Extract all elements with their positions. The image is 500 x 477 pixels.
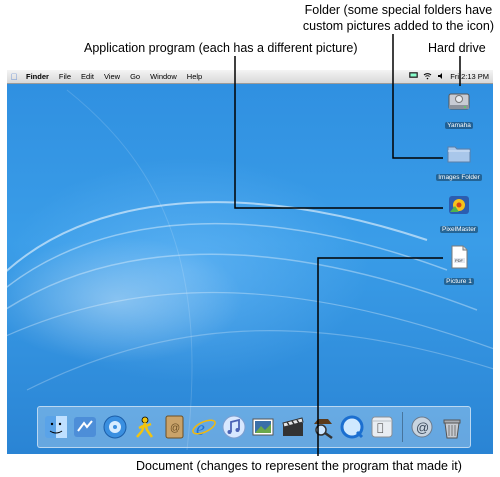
- menu-file[interactable]: File: [54, 72, 76, 81]
- folder-icon: [446, 140, 472, 166]
- hard-drive-icon: [446, 88, 472, 114]
- hard-drive-callout: Hard drive: [428, 41, 486, 55]
- menu-clock[interactable]: Fri 2:13 PM: [450, 72, 489, 81]
- dock: @ e  @: [37, 406, 471, 448]
- menu-finder[interactable]: Finder: [21, 72, 54, 81]
- application-label: PixelMaster: [440, 226, 478, 233]
- system-preferences-icon[interactable]: : [368, 412, 396, 442]
- svg-text:@: @: [416, 420, 429, 435]
- document-label: Picture 1: [444, 278, 474, 285]
- itunes-note-icon[interactable]: [220, 412, 248, 442]
- menu-go[interactable]: Go: [125, 72, 145, 81]
- menu-window[interactable]: Window: [145, 72, 182, 81]
- dock-separator: [401, 412, 403, 442]
- svg-text:: : [377, 421, 384, 434]
- svg-text:@: @: [170, 423, 180, 434]
- itunes-icon[interactable]: [101, 412, 129, 442]
- trash-icon[interactable]: [438, 412, 466, 442]
- application-callout: Application program (each has a differen…: [84, 41, 358, 55]
- sherlock-icon[interactable]: [309, 412, 337, 442]
- folder-callout: Folder (some special folders have custom…: [303, 2, 494, 34]
- document-icon: PDF: [446, 244, 472, 270]
- apple-menu-icon[interactable]: : [7, 72, 21, 82]
- desktop-folder[interactable]: Images Folder: [431, 140, 487, 184]
- folder-callout-line1: Folder (some special folders have: [304, 3, 493, 17]
- internet-explorer-icon[interactable]: e: [190, 412, 218, 442]
- desktop-application[interactable]: PixelMaster: [431, 192, 487, 236]
- application-icon: [446, 192, 472, 218]
- mail-icon[interactable]: [72, 412, 100, 442]
- mail-stamp-icon[interactable]: @: [409, 412, 437, 442]
- display-icon[interactable]: [409, 72, 418, 81]
- svg-text:PDF: PDF: [455, 258, 464, 263]
- address-book-icon[interactable]: @: [161, 412, 189, 442]
- finder-icon[interactable]: [42, 412, 70, 442]
- hard-drive-label: Yamaha: [445, 122, 473, 129]
- desktop-document[interactable]: PDF Picture 1: [431, 244, 487, 288]
- folder-callout-line2: custom pictures added to the icon): [302, 19, 494, 33]
- menu-view[interactable]: View: [99, 72, 125, 81]
- volume-icon[interactable]: [437, 72, 445, 82]
- desktop-screen:  Finder File Edit View Go Window Help F…: [7, 70, 493, 454]
- document-callout: Document (changes to represent the progr…: [136, 459, 462, 473]
- folder-label: Images Folder: [436, 174, 482, 181]
- desktop-hard-drive[interactable]: Yamaha: [431, 88, 487, 132]
- wallpaper-swoosh: [7, 89, 493, 451]
- airport-icon[interactable]: [423, 72, 432, 82]
- menu-extras: Fri 2:13 PM: [409, 70, 489, 83]
- menu-edit[interactable]: Edit: [76, 72, 99, 81]
- imovie-icon[interactable]: [279, 412, 307, 442]
- iphoto-icon[interactable]: [249, 412, 277, 442]
- quicktime-icon[interactable]: [338, 412, 366, 442]
- aim-icon[interactable]: [131, 412, 159, 442]
- menu-help[interactable]: Help: [182, 72, 207, 81]
- menu-bar:  Finder File Edit View Go Window Help F…: [7, 70, 493, 84]
